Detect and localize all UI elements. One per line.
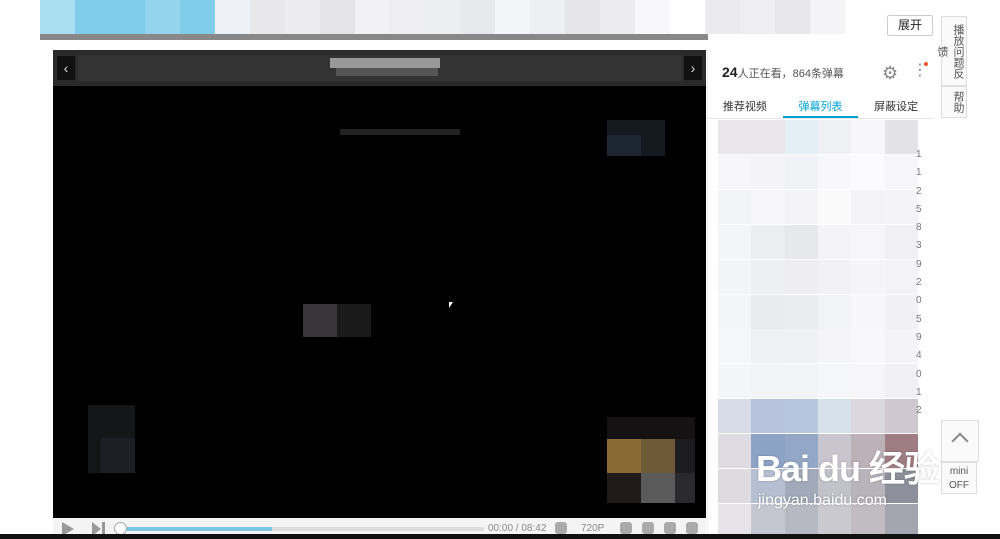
mini-player-toggle[interactable]: mini OFF [941,462,977,494]
video-pixel-block [607,417,695,439]
list-digit: 5 [916,203,922,215]
settings-icon[interactable] [642,522,654,534]
volume-icon[interactable] [555,522,567,534]
list-digit: 4 [916,350,922,362]
video-pixel-block [101,438,135,473]
list-digit: 0 [916,368,922,380]
tab-recommended[interactable]: 推荐视频 [707,96,783,118]
video-pixel-block [303,304,337,337]
list-digit: 2 [916,185,922,197]
notification-dot [924,62,928,66]
mini-state: OFF [949,480,969,491]
top-banner [40,0,880,34]
back-to-top-button[interactable] [941,420,979,462]
fullscreen-icon[interactable] [686,522,698,534]
list-digit: 5 [916,313,922,325]
watermark-url: jingyan.baidu.com [758,492,887,509]
mini-label: mini [949,466,969,477]
tab-block-settings[interactable]: 屏蔽设定 [858,96,934,118]
viewer-text: 人正在看，864条弹幕 [737,68,844,80]
video-pixel-block [675,473,695,503]
progress-fill [118,527,272,531]
video-pixel-block [607,473,641,503]
time-display: 00:00 / 08:42 [488,523,547,534]
video-pixel-block [337,304,371,337]
video-title-pixelated [330,58,440,68]
baidu-watermark: Bai du 经验 jingyan.baidu.com [748,440,943,520]
danmaku-time-column: 1 1 2 5 8 3 9 2 0 5 9 4 0 1 2 [916,146,926,420]
chevron-up-icon [951,432,969,450]
viewer-number: 24 [722,64,738,80]
list-digit: 1 [916,386,922,398]
video-title-pixelated-shadow [336,68,438,76]
prev-video-arrow-icon[interactable]: ‹ [57,56,75,80]
list-digit: 1 [916,167,922,179]
mouse-cursor-icon [449,302,453,308]
list-digit: 8 [916,222,922,234]
list-digit: 9 [916,258,922,270]
playback-feedback-tab[interactable]: 播放问题反馈 [936,16,967,86]
watermark-logo: Bai du 经验 [756,448,940,489]
danmaku-toggle-icon[interactable] [620,522,632,534]
panel-tabs: 推荐视频 弹幕列表 屏蔽设定 [707,96,934,119]
video-pixel-block [607,135,641,156]
video-pixel-block [607,439,641,473]
list-digit: 2 [916,277,922,289]
list-digit: 2 [916,405,922,417]
video-pixel-block [641,439,675,473]
expand-button[interactable]: 展开 [887,15,933,36]
gear-icon[interactable]: ⚙ [882,63,898,84]
widescreen-icon[interactable] [664,522,676,534]
list-digit: 0 [916,295,922,307]
list-digit: 9 [916,331,922,343]
video-pixel-block [641,473,675,503]
video-pixel-block [675,439,695,473]
help-tab[interactable]: 帮助 [941,86,967,118]
list-digit: 3 [916,240,922,252]
list-digit: 1 [916,149,922,160]
viewer-count: 24人正在看，864条弹幕 [722,64,844,81]
taskbar-edge [0,534,1000,539]
next-video-arrow-icon[interactable]: › [684,56,702,80]
quality-selector[interactable]: 720P [581,523,604,534]
video-caption-pixelated [340,129,460,135]
tab-danmaku-list[interactable]: 弹幕列表 [782,96,859,118]
header-divider [40,34,708,40]
